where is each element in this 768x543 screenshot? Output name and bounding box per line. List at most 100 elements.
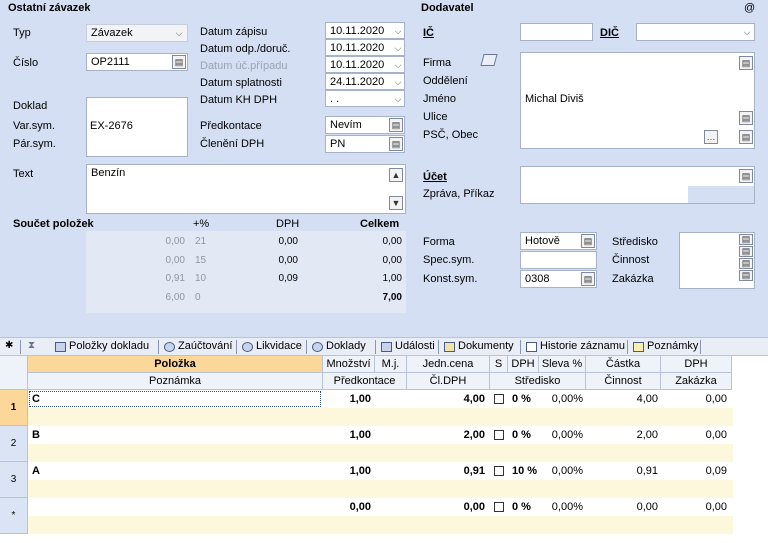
soucet-pct: 15 bbox=[195, 255, 207, 266]
stredisko-picker-icon[interactable]: ▤ bbox=[739, 234, 753, 245]
tab-bar: ✱ ⧗ Položky dokladu Zaúčtování Likvidace… bbox=[0, 337, 768, 356]
dic-label[interactable]: DIČ bbox=[600, 27, 619, 39]
predkontace-picker-icon[interactable]: ▤ bbox=[389, 118, 403, 132]
chevron-down-icon[interactable]: ⌵ bbox=[391, 23, 405, 39]
cell-castka: 2,00 bbox=[636, 429, 658, 441]
text-scroll-down-icon[interactable]: ▼ bbox=[389, 196, 403, 210]
text-label: Text bbox=[13, 168, 34, 180]
chevron-down-icon[interactable]: ⌵ bbox=[740, 24, 754, 40]
soucet-dph: 0,09 bbox=[278, 273, 298, 284]
forma-value: Hotově bbox=[525, 235, 560, 247]
cell-castka: 0,91 bbox=[636, 465, 658, 477]
soucet-celkem: 0,00 bbox=[382, 255, 402, 266]
cislo-picker-icon[interactable]: ▤ bbox=[172, 55, 186, 69]
col-dph[interactable]: DPH bbox=[508, 356, 539, 373]
cell-polozka bbox=[32, 500, 312, 515]
col-dph2[interactable]: DPH bbox=[661, 356, 732, 373]
firma-picker-icon[interactable]: ▤ bbox=[739, 56, 753, 70]
psc-more-icon[interactable]: … bbox=[704, 130, 718, 144]
col-jedn-cena[interactable]: Jedn.cena bbox=[407, 356, 490, 373]
soucet-title: Součet položek bbox=[13, 218, 94, 230]
ulice-picker-icon[interactable]: ▤ bbox=[739, 111, 753, 125]
spec-input[interactable] bbox=[520, 251, 597, 269]
varsym-value: EX-2676 bbox=[90, 120, 133, 132]
predkontace-label: Předkontace bbox=[200, 120, 262, 132]
row-number[interactable]: 3 bbox=[0, 462, 28, 498]
typ-select[interactable]: Závazek ⌵ bbox=[86, 24, 188, 42]
col-cinnost[interactable]: Činnost bbox=[586, 373, 661, 390]
col-cl-dph[interactable]: Čl.DPH bbox=[407, 373, 490, 390]
text-value: Benzín bbox=[91, 167, 126, 179]
tab-doklady[interactable]: Doklady bbox=[310, 340, 366, 355]
tab-label: Události bbox=[395, 340, 435, 352]
chevron-down-icon[interactable]: ⌵ bbox=[391, 57, 405, 73]
col-sleva[interactable]: Sleva % bbox=[539, 356, 586, 373]
chevron-down-icon[interactable]: ⌵ bbox=[391, 40, 405, 56]
ic-input[interactable] bbox=[520, 23, 593, 41]
row-checkbox[interactable] bbox=[494, 430, 504, 440]
tab-zauctovani[interactable]: Zaúčtování bbox=[162, 340, 232, 355]
col-mj[interactable]: M.j. bbox=[375, 356, 407, 373]
col-mnozstvi[interactable]: Množství bbox=[323, 356, 375, 373]
table-row-note[interactable] bbox=[28, 516, 733, 534]
asterisk-icon[interactable]: ✱ bbox=[5, 340, 13, 351]
table-row-note[interactable] bbox=[28, 480, 733, 498]
text-scroll-up-icon[interactable]: ▲ bbox=[389, 168, 403, 182]
datum-splatnosti-label: Datum splatnosti bbox=[200, 77, 282, 89]
col-poznamka[interactable]: Poznámka bbox=[28, 373, 323, 390]
soucet-pct: 0 bbox=[195, 292, 201, 303]
col-stredisko[interactable]: Středisko bbox=[490, 373, 586, 390]
soucet-header-celkem: Celkem bbox=[360, 218, 400, 230]
row-checkbox[interactable] bbox=[494, 502, 504, 512]
col-predkontace[interactable]: Předkontace bbox=[323, 373, 407, 390]
row-number[interactable]: 2 bbox=[0, 426, 28, 462]
row-checkbox[interactable] bbox=[494, 394, 504, 404]
stredisko-label: Středisko bbox=[612, 236, 658, 248]
ic-label[interactable]: IČ bbox=[423, 27, 434, 39]
chevron-down-icon[interactable]: ⌵ bbox=[391, 74, 405, 90]
tab-label: Likvidace bbox=[256, 340, 302, 352]
cleneni-picker-icon[interactable]: ▤ bbox=[389, 137, 403, 151]
filter-icon[interactable]: ⧗ bbox=[28, 340, 35, 351]
tab-label: Doklady bbox=[326, 340, 366, 352]
obec-picker-icon[interactable]: ▤ bbox=[739, 130, 753, 144]
datum-splatnosti-value: 24.11.2020 bbox=[330, 76, 385, 88]
history-icon bbox=[526, 342, 537, 352]
zakazka-picker-icon[interactable]: ▤ bbox=[739, 270, 753, 281]
documents-icon bbox=[312, 342, 323, 352]
table-row-note[interactable] bbox=[28, 444, 733, 462]
chevron-down-icon[interactable]: ⌵ bbox=[391, 91, 405, 107]
firma-label: Firma bbox=[423, 57, 452, 69]
soucet-celkem: 1,00 bbox=[382, 273, 402, 284]
konst-picker-icon[interactable]: ▤ bbox=[581, 272, 595, 286]
at-icon[interactable]: @ bbox=[744, 2, 755, 14]
text-textarea[interactable]: Benzín bbox=[86, 164, 406, 214]
col-castka[interactable]: Částka bbox=[586, 356, 661, 373]
col-zakazka[interactable]: Zakázka bbox=[661, 373, 732, 390]
tab-poznamky[interactable]: Poznámky bbox=[631, 340, 698, 355]
focused-cell[interactable] bbox=[29, 391, 321, 407]
cell-dph: 10 % bbox=[512, 465, 538, 477]
cell-mnozstvi: 1,00 bbox=[349, 429, 371, 441]
col-s[interactable]: S bbox=[490, 356, 508, 373]
tab-label: Historie záznamu bbox=[540, 340, 625, 352]
stredisko-more-icon[interactable]: ▤ bbox=[739, 246, 753, 257]
tab-udalosti[interactable]: Události bbox=[379, 340, 435, 355]
tab-likvidace[interactable]: Likvidace bbox=[240, 340, 302, 355]
tab-historie[interactable]: Historie záznamu bbox=[524, 340, 625, 355]
ucet-label[interactable]: Účet bbox=[423, 171, 447, 183]
ucet-picker-icon[interactable]: ▤ bbox=[739, 169, 753, 183]
cinnost-picker-icon[interactable]: ▤ bbox=[739, 258, 753, 269]
tab-label: Poznámky bbox=[647, 340, 699, 352]
address-book-icon[interactable] bbox=[480, 54, 498, 66]
row-number[interactable]: * bbox=[0, 498, 28, 534]
cell-dph: 0 % bbox=[512, 393, 531, 405]
table-row-note[interactable] bbox=[28, 408, 733, 426]
row-checkbox[interactable] bbox=[494, 466, 504, 476]
dic-input[interactable] bbox=[636, 23, 755, 41]
tab-dokumenty[interactable]: Dokumenty bbox=[442, 340, 514, 355]
col-polozka[interactable]: Položka bbox=[28, 356, 323, 373]
row-number[interactable]: 1 bbox=[0, 390, 28, 426]
forma-picker-icon[interactable]: ▤ bbox=[581, 234, 595, 248]
tab-polozky-dokladu[interactable]: Položky dokladu bbox=[53, 340, 149, 355]
